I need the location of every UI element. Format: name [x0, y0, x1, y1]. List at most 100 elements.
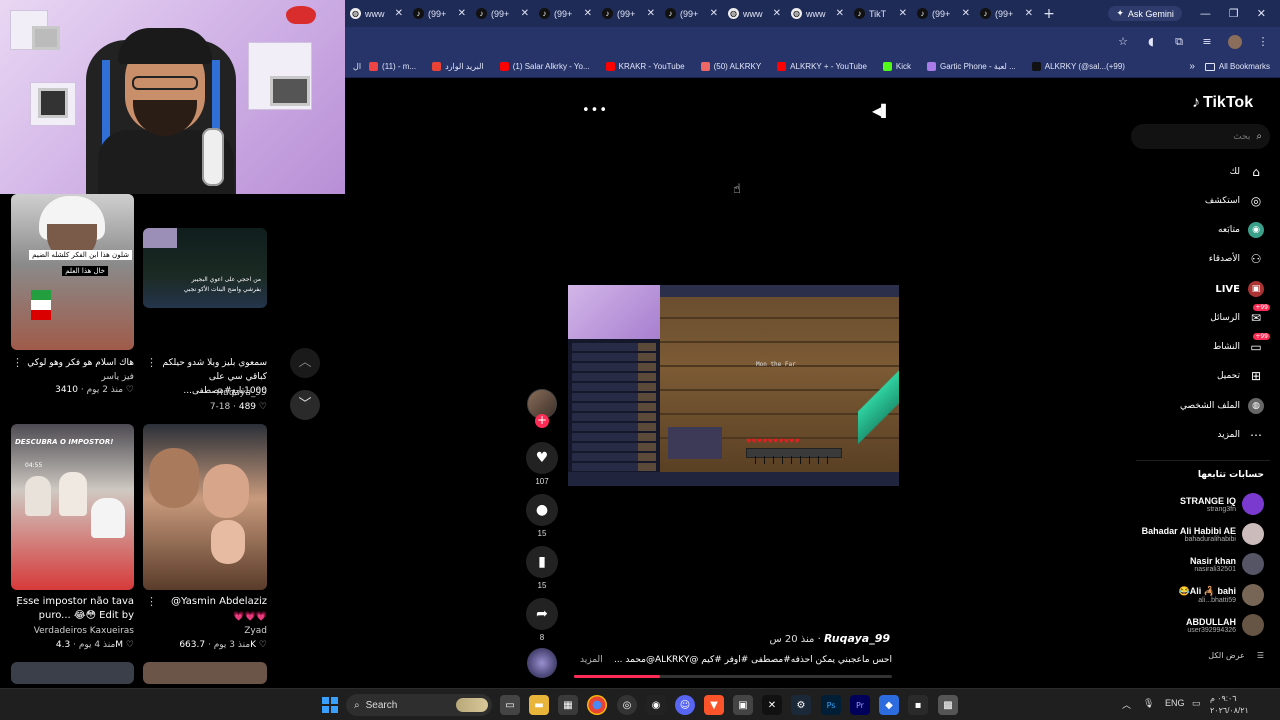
more-options-icon[interactable]: ⋮: [146, 356, 157, 369]
video-author[interactable]: Ruqaya_99: [141, 388, 267, 398]
app-icon[interactable]: ▪: [908, 695, 928, 715]
video-thumbnail[interactable]: من احجي على اعوي البجيبر بفرشي واضح البن…: [143, 228, 267, 308]
video-author[interactable]: Ruqaya_99: [824, 632, 890, 645]
capture-icon[interactable]: ◉: [646, 695, 666, 715]
close-icon[interactable]: ✕: [458, 8, 466, 19]
nav-upload[interactable]: ⊞ تحميل: [1217, 368, 1264, 384]
nav-friends[interactable]: ⚇ الأصدقاء: [1209, 251, 1264, 267]
taskbar-search[interactable]: ⌕ Search: [346, 694, 492, 716]
obs-icon[interactable]: ◎: [617, 695, 637, 715]
video-caption[interactable]: Yasmin Abdelaziz@: [141, 595, 267, 609]
premiere-icon[interactable]: Pr: [850, 695, 870, 715]
more-options-icon[interactable]: ⋮: [12, 356, 23, 369]
browser-tab[interactable]: ◍ www ✕: [345, 0, 408, 27]
following-account[interactable]: Bahadar Ali Habibi AE bahaduralihabibi: [1142, 523, 1264, 545]
share-action[interactable]: ➦ 8: [526, 598, 558, 642]
brave-icon[interactable]: ▼: [704, 695, 724, 715]
close-icon[interactable]: ✕: [1025, 8, 1033, 19]
bookmark-star-icon[interactable]: ☆: [1116, 35, 1130, 49]
file-explorer-icon[interactable]: ▬: [529, 695, 549, 715]
nav-activity[interactable]: ▭ 99+ النشاط: [1213, 333, 1270, 355]
close-icon[interactable]: ✕: [773, 8, 781, 19]
playlist-icon[interactable]: ≡: [1200, 35, 1214, 49]
nav-messages[interactable]: ✉ 99+ الرسائل: [1210, 304, 1270, 326]
video-author[interactable]: Verdadeiros Kaxueiras: [8, 626, 134, 636]
video-player[interactable]: Mon the Far ♥♥♥♥♥♥♥♥♥♥: [568, 285, 899, 486]
minecraft-icon[interactable]: ▩: [938, 695, 958, 715]
close-icon[interactable]: ✕: [584, 8, 592, 19]
steam-icon[interactable]: ⚙: [791, 695, 811, 715]
close-icon[interactable]: ✕: [521, 8, 529, 19]
previous-video-button[interactable]: ︿: [290, 348, 320, 378]
chrome-icon[interactable]: [587, 695, 607, 715]
browser-tab[interactable]: ♪ (99+ ✕: [408, 0, 471, 27]
browser-tab[interactable]: ♪ (99+ ✕: [597, 0, 660, 27]
following-account[interactable]: STRANGE IQ strang3fn: [1180, 493, 1264, 515]
bookmark-overflow-left[interactable]: ال: [345, 62, 361, 71]
profile-avatar[interactable]: [1228, 35, 1242, 49]
browser-tab[interactable]: ♪ (99+ ✕: [534, 0, 597, 27]
close-icon[interactable]: ✕: [647, 8, 655, 19]
store-icon[interactable]: ▦: [558, 695, 578, 715]
mic-icon[interactable]: 🎙: [1143, 698, 1154, 709]
volume-icon[interactable]: ◀▌: [872, 104, 890, 118]
more-options-icon[interactable]: ⋮: [12, 595, 23, 608]
nav-following[interactable]: ◉ متابَعه: [1218, 222, 1264, 238]
extensions-icon[interactable]: ⧉: [1172, 35, 1186, 49]
browser-tab[interactable]: ◍ www ✕: [723, 0, 786, 27]
network-icon[interactable]: ▭: [1192, 698, 1201, 709]
bookmarks-overflow-icon[interactable]: »: [1179, 61, 1205, 72]
bookmark-item[interactable]: (50) ALKRKY: [693, 62, 770, 71]
close-icon[interactable]: ✕: [962, 8, 970, 19]
see-more-link[interactable]: المزيد: [580, 655, 603, 665]
minimize-icon[interactable]: —: [1200, 7, 1211, 20]
following-account[interactable]: ABDULLAH user392994326: [1186, 614, 1264, 636]
close-icon[interactable]: ✕: [836, 8, 844, 19]
close-icon[interactable]: ✕: [899, 8, 907, 19]
follow-plus-icon[interactable]: +: [535, 414, 549, 428]
nav-more[interactable]: ⋯ المزيد: [1217, 427, 1264, 443]
nav-profile[interactable]: ◍ الملف الشخصي: [1180, 398, 1264, 414]
menu-kebab-icon[interactable]: ⋮: [1256, 35, 1270, 49]
bookmark-item[interactable]: البريد الوارد: [424, 62, 492, 71]
video-caption[interactable]: Esse impostor não tava puro... 😂😳 Edit b…: [8, 595, 134, 623]
nav-home[interactable]: ⌂ لك: [1230, 164, 1264, 180]
capcut-icon[interactable]: ✕: [762, 695, 782, 715]
video-thumbnail[interactable]: [143, 662, 267, 684]
like-action[interactable]: ♥ 107: [526, 442, 558, 486]
photoshop-icon[interactable]: Ps: [821, 695, 841, 715]
app-icon[interactable]: ▣: [733, 695, 753, 715]
bookmark-item[interactable]: Kick: [875, 62, 919, 71]
tiktok-logo[interactable]: ♪ TikTok: [1192, 94, 1253, 112]
language-indicator[interactable]: ENG: [1165, 698, 1185, 708]
see-all-link[interactable]: ☰ عرض الكل: [1208, 651, 1264, 660]
video-caption[interactable]: هاك اسلام هو فكر وهو لوكي: [8, 356, 134, 370]
voice-icon[interactable]: ◖: [1144, 35, 1158, 49]
browser-tab[interactable]: ♪ TikT ✕: [849, 0, 912, 27]
video-thumbnail[interactable]: [143, 424, 267, 590]
music-disc-icon[interactable]: [527, 648, 557, 678]
video-thumbnail[interactable]: [11, 662, 134, 684]
nav-compass[interactable]: ◎ استكشف: [1205, 193, 1264, 209]
video-progress-bar[interactable]: [574, 675, 892, 678]
bookmark-item[interactable]: (11) - m...: [361, 62, 424, 71]
restore-icon[interactable]: ❐: [1229, 7, 1239, 20]
more-options-icon[interactable]: ⋮: [146, 595, 157, 608]
video-thumbnail[interactable]: شلون هذا ابن الفكر كلشله الضيم خال هذا ا…: [11, 194, 134, 350]
browser-tab[interactable]: ♪ (99+ ✕: [471, 0, 534, 27]
bookmark-item[interactable]: (1) Salar Alkrky - Yo...: [492, 62, 598, 71]
more-options-icon[interactable]: •••: [582, 103, 608, 118]
task-view-icon[interactable]: ▭: [500, 695, 520, 715]
discord-icon[interactable]: ☺: [675, 695, 695, 715]
browser-tab[interactable]: ♪ (99+ ✕: [660, 0, 723, 27]
comment-action[interactable]: ● 15: [526, 494, 558, 538]
vpn-icon[interactable]: ◆: [879, 695, 899, 715]
browser-tab[interactable]: ◍ www ✕: [786, 0, 849, 27]
bookmark-item[interactable]: ALKRKY (@sal...(+99): [1024, 62, 1133, 71]
nav-live[interactable]: ▣ LIVE: [1215, 281, 1264, 297]
browser-tab[interactable]: ♪ (99+ ✕: [912, 0, 975, 27]
video-thumbnail[interactable]: DESCUBRA O IMPOSTOR! 04:55: [11, 424, 134, 590]
tray-chevron-icon[interactable]: ︿: [1122, 698, 1131, 711]
close-icon[interactable]: ✕: [395, 8, 403, 19]
bookmark-item[interactable]: KRAKR - YouTube: [598, 62, 693, 71]
